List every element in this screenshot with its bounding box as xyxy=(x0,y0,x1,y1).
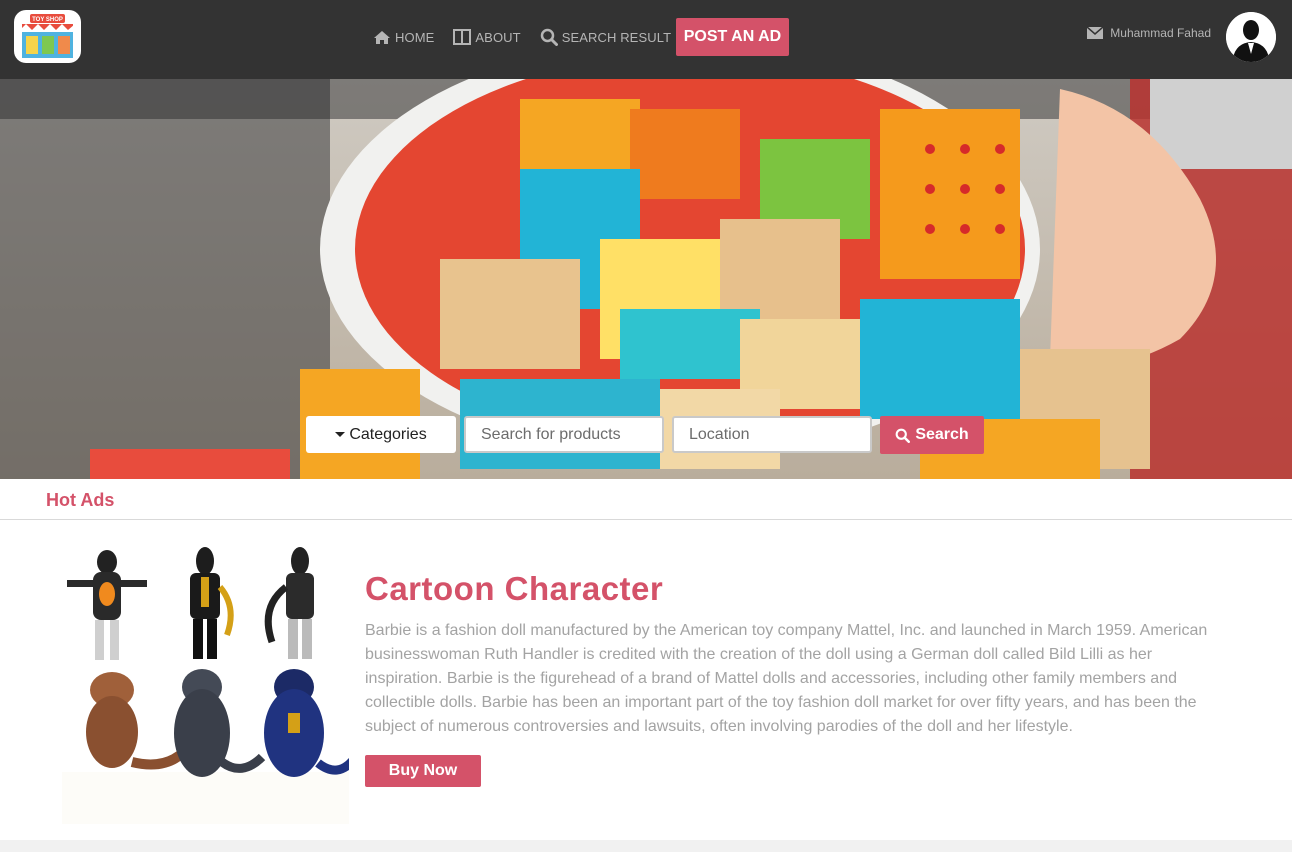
toy-shop-storefront-icon: TOY SHOP xyxy=(20,14,75,58)
user-account[interactable]: Muhammad Fahad xyxy=(1087,26,1211,40)
search-button[interactable]: Search xyxy=(880,416,984,454)
columns-icon xyxy=(453,29,472,45)
hot-ad-card: Cartoon Character Barbie is a fashion do… xyxy=(0,520,1292,840)
hero-banner: Categories Search xyxy=(0,79,1292,479)
search-icon xyxy=(895,428,911,443)
search-icon xyxy=(540,28,558,46)
nav-search-result-label: SEARCH RESULT xyxy=(561,29,672,45)
categories-label: Categories xyxy=(349,425,427,443)
home-icon xyxy=(374,30,390,44)
product-image[interactable] xyxy=(62,532,358,824)
nav-home-label: HOME xyxy=(395,29,435,45)
product-description: Barbie is a fashion doll manufactured by… xyxy=(365,622,1208,735)
svg-text:TOY SHOP: TOY SHOP xyxy=(32,17,63,23)
user-silhouette-icon xyxy=(1226,12,1276,62)
search-button-label: Search xyxy=(915,426,969,443)
location-input[interactable] xyxy=(672,416,872,453)
caret-down-icon xyxy=(335,432,346,437)
nav-home[interactable]: HOME xyxy=(373,30,434,45)
envelope-icon xyxy=(1087,27,1104,39)
product-search-input[interactable] xyxy=(464,416,664,453)
avatar[interactable] xyxy=(1226,12,1276,62)
nav-about[interactable]: ABOUT xyxy=(453,29,521,45)
post-ad-button[interactable]: POST AN AD xyxy=(676,18,789,56)
product-title: Cartoon Character xyxy=(365,570,664,607)
user-name: Muhammad Fahad xyxy=(1110,26,1211,40)
top-navbar: TOY SHOP HOME ABOUT SEARCH RESULT POST A… xyxy=(0,0,1292,79)
toy-shop-logo[interactable]: TOY SHOP xyxy=(14,10,81,63)
hot-ads-header: Hot Ads xyxy=(0,479,1292,520)
main-nav: HOME ABOUT SEARCH RESULT xyxy=(373,18,690,56)
categories-dropdown[interactable]: Categories xyxy=(306,416,456,453)
buy-now-button[interactable]: Buy Now xyxy=(365,755,481,787)
hot-ads-title: Hot Ads xyxy=(46,490,115,510)
nav-about-label: ABOUT xyxy=(475,29,521,45)
nav-search-result[interactable]: SEARCH RESULT xyxy=(540,28,671,46)
monster-figures-image xyxy=(62,532,358,824)
hero-search-bar: Categories Search xyxy=(0,416,1292,454)
